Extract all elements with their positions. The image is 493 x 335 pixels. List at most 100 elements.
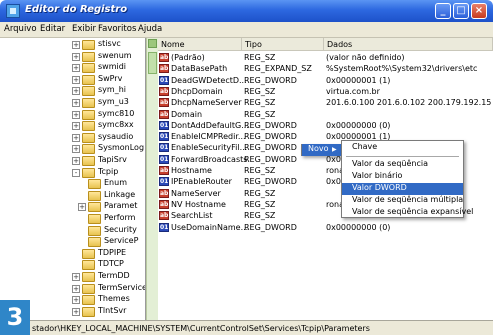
tree-item[interactable]: + TermDD	[0, 271, 145, 283]
expand-icon[interactable]: +	[72, 133, 80, 142]
submenu-item[interactable]: Valor DWORD	[342, 183, 463, 195]
expand-icon[interactable]: +	[72, 307, 80, 316]
folder-icon	[82, 272, 95, 282]
binary-value-icon: 01	[159, 143, 169, 153]
binary-value-icon: 01	[159, 177, 169, 187]
expand-icon[interactable]: +	[72, 122, 80, 131]
column-header-data[interactable]: Dados	[324, 38, 493, 51]
tree-item[interactable]: Enum	[0, 178, 145, 190]
table-row[interactable]: ab DataBasePath REG_EXPAND_SZ %SystemRoot%\…	[158, 64, 493, 75]
tree-item[interactable]: - Tcpip	[0, 167, 145, 179]
column-header-name[interactable]: Nome	[158, 38, 242, 51]
folder-icon	[82, 283, 95, 294]
key-tree[interactable]: + stisvc + swenum + swmidi + SwPrv + sym_hi + sym_u…	[0, 38, 146, 320]
tree-item[interactable]: + symc810	[0, 109, 145, 121]
tree-item-label: sym_hi	[98, 85, 126, 95]
step-badge: 3	[0, 300, 30, 335]
table-row[interactable]: ab DhcpNameServer REG_SZ 201.6.0.100 201.6.…	[158, 98, 493, 109]
value-data: (valor não definido)	[326, 53, 405, 62]
expand-icon[interactable]: +	[72, 110, 80, 119]
tree-item[interactable]: + swenum	[0, 51, 145, 63]
tree-item[interactable]: + TapiSrv	[0, 155, 145, 167]
folder-icon	[88, 237, 101, 248]
title-bar: Editor do Registro _ □ ×	[0, 0, 493, 22]
tree-item[interactable]: + TermService	[0, 283, 145, 295]
expand-icon[interactable]: +	[72, 284, 80, 293]
value-type: REG_SZ	[244, 53, 276, 62]
expand-icon[interactable]: +	[72, 99, 80, 107]
table-row[interactable]: ab DhcpDomain REG_SZ virtua.com.br	[158, 86, 493, 98]
table-row[interactable]: 01 UseDomainName... REG_DWORD 0x00000000 (0…	[158, 222, 493, 234]
folder-icon	[82, 306, 95, 317]
tree-item[interactable]: TDPIPE	[0, 248, 145, 260]
value-type: REG_SZ	[244, 199, 276, 209]
scroll-thumb[interactable]	[148, 52, 157, 74]
submenu-item[interactable]: Valor da seqüência	[342, 159, 463, 171]
menu-ajuda[interactable]: Ajuda	[138, 24, 162, 34]
value-name: UseDomainName...	[171, 222, 249, 232]
tree-item[interactable]: + sysaudio	[0, 132, 145, 144]
tree-item[interactable]: + SysmonLog	[0, 143, 145, 155]
string-value-icon: ab	[159, 211, 169, 221]
column-header-type[interactable]: Tipo	[242, 38, 324, 51]
tree-item[interactable]: + symc8xx	[0, 120, 145, 132]
folder-icon	[82, 295, 95, 306]
expand-icon[interactable]: +	[72, 157, 80, 165]
table-row[interactable]: ab (Padrão) REG_SZ (valor não definido)	[158, 53, 493, 64]
expand-icon[interactable]: +	[72, 145, 80, 154]
menu-arquivo[interactable]: Arquivo	[4, 24, 37, 34]
minimize-button[interactable]: _	[435, 3, 451, 19]
menu-favoritos[interactable]: Favoritos	[98, 24, 136, 34]
expand-icon[interactable]: +	[72, 273, 80, 281]
tree-item[interactable]: + sym_hi	[0, 85, 145, 97]
tree-item[interactable]: TDTCP	[0, 259, 145, 271]
expand-icon[interactable]: +	[72, 296, 80, 305]
table-row[interactable]: ab Domain REG_SZ	[158, 109, 493, 121]
expand-icon[interactable]: +	[72, 52, 80, 61]
value-data: virtua.com.br	[326, 86, 380, 96]
expand-icon[interactable]: +	[78, 203, 86, 212]
tree-item[interactable]: + sym_u3	[0, 97, 145, 109]
tree-item[interactable]: + Paramet	[0, 201, 145, 213]
folder-icon	[82, 86, 95, 97]
tree-item-label: Enum	[104, 178, 127, 188]
expand-icon[interactable]: +	[72, 75, 80, 84]
tree-item[interactable]: Perform	[0, 213, 145, 225]
tree-item[interactable]: + SwPrv	[0, 74, 145, 86]
menu-item-novo[interactable]: Novo ▶	[302, 144, 341, 156]
tree-item[interactable]: Linkage	[0, 190, 145, 202]
menu-editar[interactable]: Editar	[40, 24, 65, 34]
submenu-item[interactable]: Valor binário	[342, 171, 463, 183]
tree-scrollbar[interactable]	[146, 38, 158, 320]
expand-icon[interactable]: +	[72, 87, 80, 96]
submenu-item[interactable]: Chave	[342, 142, 463, 154]
value-type: REG_DWORD	[244, 75, 297, 85]
table-row[interactable]: 01 DontAddDefaultG... REG_DWORD 0x00000000 …	[158, 120, 493, 132]
tree-item[interactable]: ServiceP	[0, 236, 145, 248]
tree-item[interactable]: Security	[0, 224, 145, 237]
tree-item-label: TDTCP	[98, 259, 124, 269]
value-type: REG_DWORD	[244, 120, 297, 130]
value-type: REG_SZ	[244, 109, 276, 119]
folder-icon	[82, 98, 95, 108]
menu-exibir[interactable]: Exibir	[72, 24, 96, 34]
expand-icon[interactable]: +	[72, 64, 80, 73]
submenu-item[interactable]: Valor de seqüência múltipla	[342, 195, 463, 207]
submenu-item[interactable]: Valor de seqüência expansível	[342, 207, 473, 219]
value-name: DhcpDomain	[171, 86, 223, 96]
tree-item[interactable]: + swmidi	[0, 62, 145, 74]
close-button[interactable]: ×	[471, 3, 487, 19]
table-row[interactable]: 01 DeadGWDetectD... REG_DWORD 0x00000001 (1…	[158, 75, 493, 87]
folder-icon	[82, 156, 95, 166]
tree-item[interactable]: + stisvc	[0, 39, 145, 51]
scroll-up-button[interactable]	[148, 39, 157, 48]
maximize-button[interactable]: □	[453, 3, 469, 19]
expand-icon[interactable]: +	[72, 41, 80, 49]
tree-item-label: Security	[104, 224, 137, 234]
novo-label: Novo	[308, 144, 329, 153]
value-name: Domain	[171, 109, 203, 119]
tree-item-label: Paramet	[104, 201, 138, 211]
collapse-icon[interactable]: -	[72, 168, 80, 177]
tree-item-label: ServiceP	[104, 236, 139, 246]
string-value-icon: ab	[159, 53, 169, 62]
